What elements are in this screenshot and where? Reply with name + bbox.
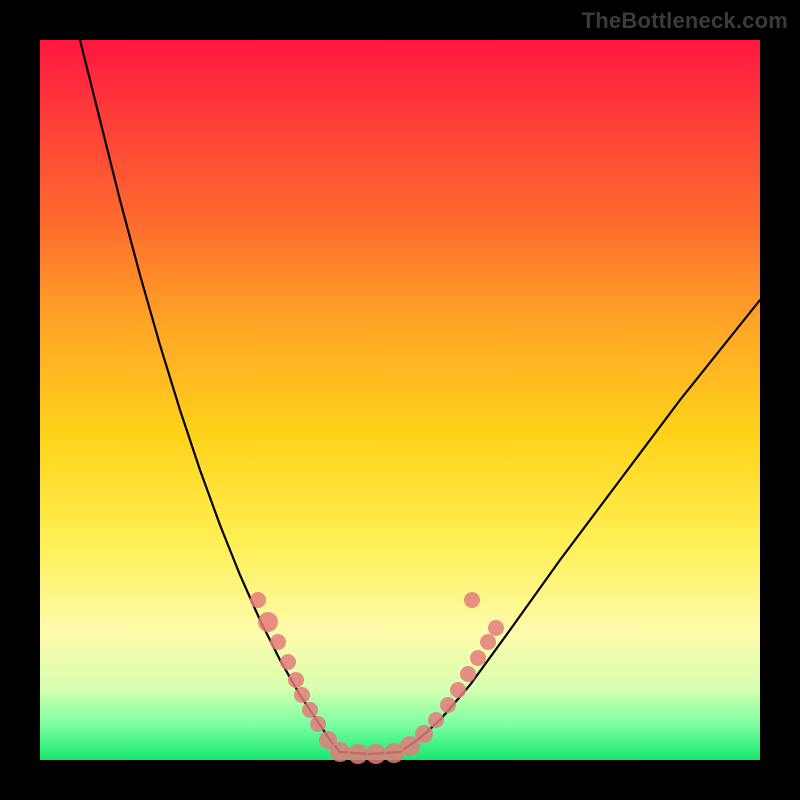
data-dot — [440, 697, 456, 713]
watermark-text: TheBottleneck.com — [582, 8, 788, 34]
data-dot — [288, 672, 304, 688]
data-dot — [415, 725, 433, 743]
data-dot — [428, 712, 444, 728]
dot-group — [250, 592, 504, 764]
data-dot — [294, 687, 310, 703]
data-dot — [330, 742, 350, 762]
data-dot — [460, 666, 476, 682]
data-dot — [366, 744, 386, 764]
data-dot — [258, 612, 278, 632]
data-dot — [450, 682, 466, 698]
data-dot — [270, 634, 286, 650]
data-dot — [470, 650, 486, 666]
bottleneck-curve — [80, 40, 760, 754]
data-dot — [280, 654, 296, 670]
data-dot — [488, 620, 504, 636]
data-dot — [310, 716, 326, 732]
data-dot — [348, 744, 368, 764]
chart-frame: TheBottleneck.com — [0, 0, 800, 800]
data-dot — [480, 634, 496, 650]
data-dot — [464, 592, 480, 608]
chart-svg — [40, 40, 760, 760]
plot-area — [40, 40, 760, 760]
data-dot — [302, 702, 318, 718]
curve-group — [80, 40, 760, 754]
data-dot — [250, 592, 266, 608]
